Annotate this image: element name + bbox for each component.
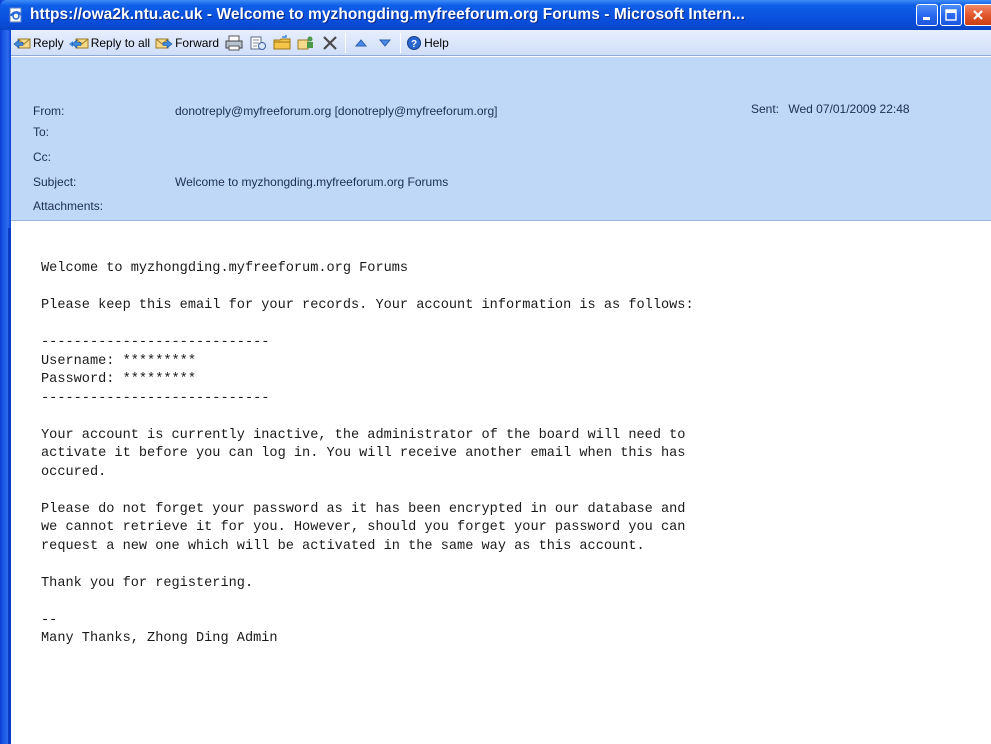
toolbar-separator: [345, 32, 347, 53]
svg-text:?: ?: [411, 39, 417, 50]
sent-value: Wed 07/01/2009 22:48: [788, 102, 910, 116]
previous-item-icon: [355, 38, 368, 46]
help-icon: ?: [407, 35, 422, 50]
forward-button[interactable]: Forward: [153, 32, 222, 54]
close-icon: [973, 10, 983, 20]
print-icon: [225, 35, 243, 50]
forward-icon: [155, 38, 173, 49]
forward-label: Forward: [175, 35, 220, 50]
subject-label: Subject:: [33, 175, 77, 189]
window-frame-left: [0, 0, 11, 744]
close-button[interactable]: [964, 4, 991, 26]
reply-label: Reply: [33, 35, 64, 50]
sent-label: Sent:: [751, 102, 780, 116]
print-button[interactable]: [223, 32, 245, 54]
message-toolbar: Reply Reply to all Forward ? Help: [11, 30, 991, 56]
copy-to-folder-icon: [273, 34, 291, 49]
previous-item-button[interactable]: [350, 32, 372, 54]
next-item-icon: [379, 39, 392, 47]
address-book-icon: [297, 36, 314, 49]
cc-label: Cc:: [33, 150, 51, 164]
reply-all-label: Reply to all: [90, 35, 151, 50]
maximize-button[interactable]: [940, 4, 962, 26]
to-label: To:: [33, 125, 50, 139]
delete-icon: [323, 35, 337, 50]
reply-icon: [13, 38, 31, 49]
reply-all-icon: [68, 38, 89, 49]
copy-to-folder-button[interactable]: [271, 32, 293, 54]
message-body-text: Welcome to myzhongding.myfreeforum.org F…: [41, 261, 694, 646]
toolbar-separator: [400, 32, 402, 53]
help-button[interactable]: ? Help: [404, 32, 452, 54]
attachments-label: Attachments:: [33, 199, 104, 213]
window-title: https://owa2k.ntu.ac.uk - Welcome to myz…: [30, 6, 745, 23]
maximize-icon: [945, 9, 957, 21]
subject-value: Welcome to myzhongding.myfreeforum.org F…: [175, 175, 449, 189]
delete-button[interactable]: [319, 32, 341, 54]
ie-page-icon: [8, 7, 24, 23]
minimize-button[interactable]: [916, 4, 938, 26]
next-item-button[interactable]: [374, 32, 396, 54]
sent-field: Sent: Wed 07/01/2009 22:48: [751, 102, 910, 116]
title-bar[interactable]: https://owa2k.ntu.ac.uk - Welcome to myz…: [0, 0, 991, 30]
message-body-pane[interactable]: Welcome to myzhongding.myfreeforum.org F…: [11, 222, 991, 744]
reply-button[interactable]: Reply: [11, 32, 67, 54]
from-label: From:: [33, 104, 65, 118]
message-header: From: donotreply@myfreeforum.org [donotr…: [11, 57, 991, 221]
help-label: Help: [424, 35, 449, 50]
address-book-button[interactable]: [295, 32, 317, 54]
move-to-folder-icon: [250, 36, 267, 50]
move-to-folder-button[interactable]: [247, 32, 269, 54]
reply-all-button[interactable]: Reply to all: [67, 32, 153, 54]
minimize-icon: [923, 17, 930, 20]
from-value: donotreply@myfreeforum.org [donotreply@m…: [175, 104, 498, 118]
